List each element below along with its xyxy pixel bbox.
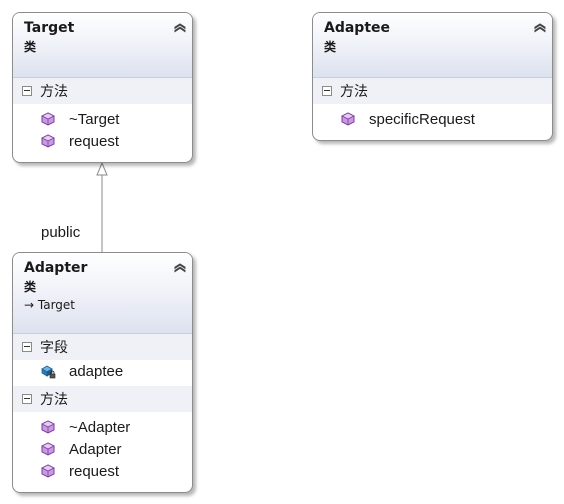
collapse-chevron-icon[interactable]: ❮❮ [171, 262, 189, 268]
collapse-section-icon[interactable] [22, 342, 32, 352]
class-adapter[interactable]: Adapter 类 → Target ❮❮ 字段 adaptee 方法 ~Ada… [12, 252, 193, 493]
collapse-section-icon[interactable] [22, 86, 32, 96]
member-method[interactable]: ~Adapter [13, 416, 192, 438]
class-target[interactable]: Target 类 ❮❮ 方法 ~Target request [12, 12, 193, 163]
member-label: specificRequest [369, 110, 475, 128]
section-title: 字段 [40, 340, 68, 356]
class-header[interactable]: Adaptee 类 ❮❮ [313, 13, 552, 78]
section-title: 方法 [340, 84, 368, 100]
method-icon [41, 420, 55, 434]
member-method[interactable]: specificRequest [313, 108, 552, 130]
class-kind: 类 [324, 40, 337, 54]
method-icon [341, 112, 355, 126]
section-header-methods[interactable]: 方法 [313, 78, 552, 104]
member-label: Adapter [69, 440, 122, 458]
member-method[interactable]: request [13, 460, 192, 482]
section-header-methods[interactable]: 方法 [13, 386, 192, 412]
collapse-chevron-icon[interactable]: ❮❮ [171, 22, 189, 28]
method-icon [41, 134, 55, 148]
section-title: 方法 [40, 84, 68, 100]
class-kind: 类 [24, 40, 37, 54]
member-method[interactable]: ~Target [13, 108, 192, 130]
class-base: → Target [24, 296, 182, 314]
member-method[interactable]: Adapter [13, 438, 192, 460]
collapse-chevron-icon[interactable]: ❮❮ [531, 22, 549, 28]
class-adaptee[interactable]: Adaptee 类 ❮❮ 方法 specificRequest [312, 12, 553, 141]
method-icon [41, 464, 55, 478]
inherits-arrow-icon: → [24, 298, 35, 312]
class-name: Adaptee [324, 20, 391, 36]
collapse-section-icon[interactable] [22, 394, 32, 404]
class-kind: 类 [24, 280, 37, 294]
member-method[interactable]: request [13, 130, 192, 152]
collapse-section-icon[interactable] [322, 86, 332, 96]
class-header[interactable]: Target 类 ❮❮ [13, 13, 192, 78]
section-header-fields[interactable]: 字段 [13, 334, 192, 360]
method-icon [41, 442, 55, 456]
member-label: adaptee [69, 362, 124, 380]
member-label: ~Adapter [69, 418, 131, 436]
class-name: Adapter [24, 260, 88, 276]
member-label: ~Target [69, 110, 120, 128]
member-label: request [69, 462, 120, 480]
base-class-name: Target [37, 298, 76, 312]
inheritance-arrowhead-icon [96, 161, 108, 176]
section-header-methods[interactable]: 方法 [13, 78, 192, 104]
private-field-icon [41, 365, 56, 379]
class-header[interactable]: Adapter 类 → Target ❮❮ [13, 253, 192, 334]
inheritance-label: public [41, 224, 81, 241]
method-icon [41, 112, 55, 126]
class-name: Target [24, 20, 75, 36]
member-field[interactable]: adaptee [13, 360, 192, 382]
member-label: request [69, 132, 120, 150]
section-title: 方法 [40, 392, 68, 408]
